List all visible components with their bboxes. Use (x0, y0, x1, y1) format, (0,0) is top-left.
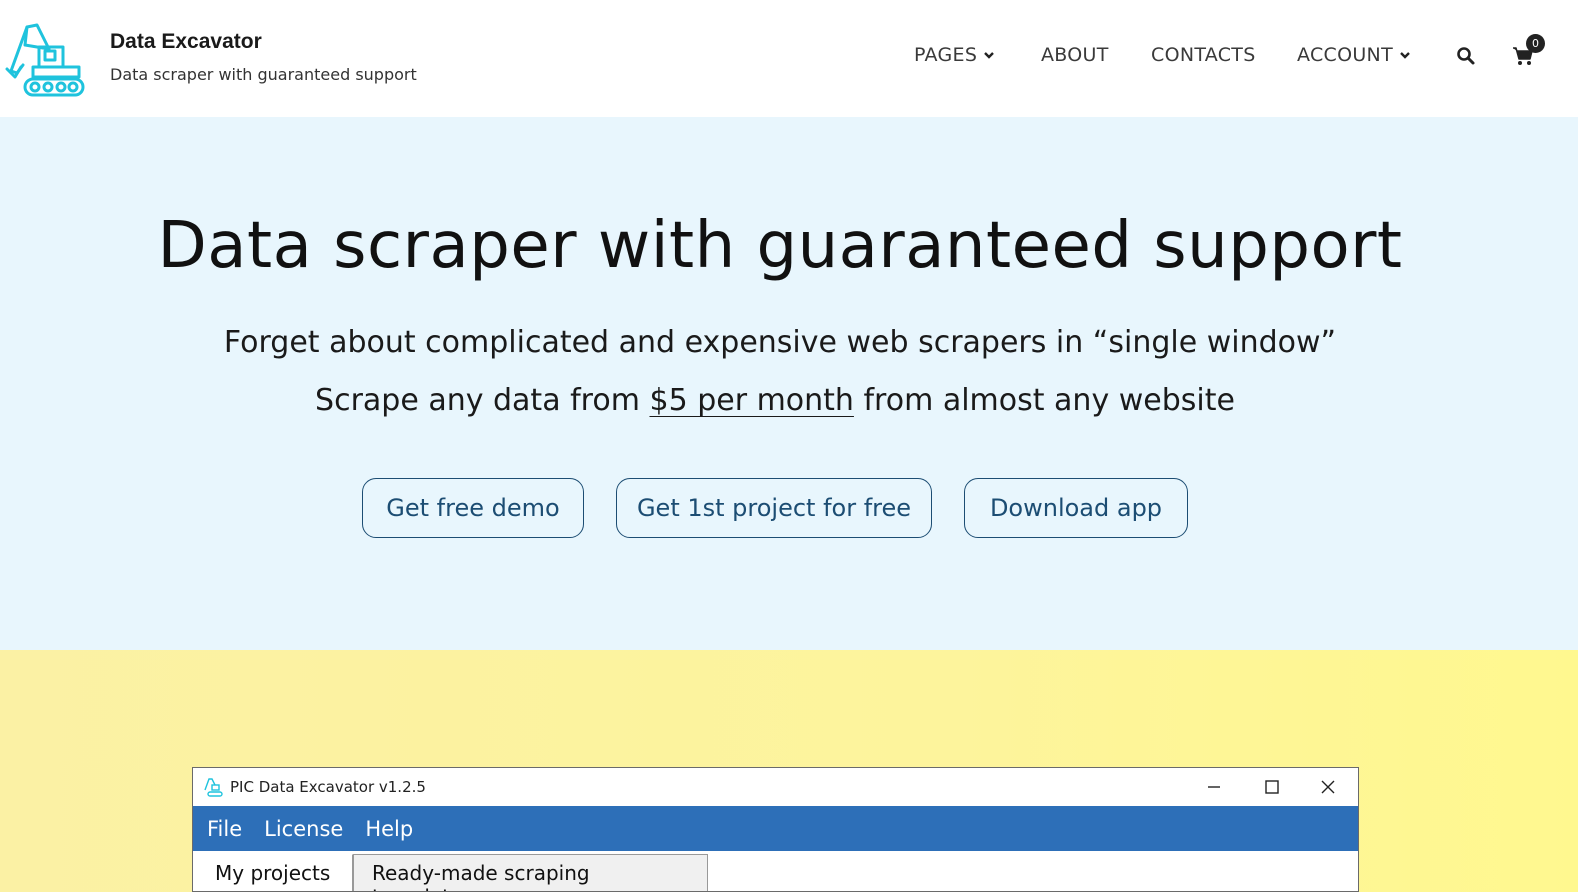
brand-subtitle: Data scraper with guaranteed support (110, 65, 417, 84)
brand-title[interactable]: Data Excavator (110, 30, 262, 54)
nav-about-label: ABOUT (1041, 44, 1109, 66)
nav-pages[interactable]: PAGES (914, 44, 995, 66)
nav-pages-label: PAGES (914, 44, 978, 66)
download-app-button[interactable]: Download app (964, 478, 1188, 538)
nav-contacts[interactable]: CONTACTS (1151, 44, 1256, 66)
close-icon[interactable] (1317, 776, 1339, 798)
app-window-screenshot: PIC Data Excavator v1.2.5 File License H… (192, 767, 1359, 892)
menu-help[interactable]: Help (365, 817, 413, 841)
menu-license[interactable]: License (264, 817, 343, 841)
excavator-logo-icon[interactable] (5, 19, 85, 99)
app-window-title: PIC Data Excavator v1.2.5 (230, 778, 426, 796)
nav-account-label: ACCOUNT (1297, 44, 1393, 66)
hero-title: Data scraper with guaranteed support (157, 209, 1403, 283)
chevron-down-icon (1400, 52, 1410, 59)
get-free-demo-button[interactable]: Get free demo (362, 478, 584, 538)
get-first-project-button[interactable]: Get 1st project for free (616, 478, 932, 538)
hero-section: Data scraper with guaranteed support For… (0, 117, 1578, 650)
cart-count-badge: 0 (1526, 34, 1545, 53)
hero-pricing-line: Scrape any data from $5 per month from a… (0, 383, 1550, 418)
tab-scraping-templates[interactable]: Ready-made scraping templates (353, 854, 708, 891)
nav-contacts-label: CONTACTS (1151, 44, 1256, 66)
site-header: Data Excavator Data scraper with guarant… (0, 0, 1578, 117)
maximize-icon[interactable] (1261, 776, 1283, 798)
tab-my-projects[interactable]: My projects (193, 854, 353, 891)
app-tabbar: My projects Ready-made scraping template… (193, 851, 1358, 891)
pricing-prefix: Scrape any data from (315, 383, 650, 418)
nav-about[interactable]: ABOUT (1041, 44, 1109, 66)
search-icon[interactable] (1456, 46, 1476, 66)
pricing-suffix: from almost any website (853, 383, 1235, 418)
app-menubar: File License Help (193, 806, 1358, 851)
excavator-app-icon (204, 778, 223, 797)
app-titlebar: PIC Data Excavator v1.2.5 (193, 768, 1358, 806)
hero-tagline: Forget about complicated and expensive w… (223, 325, 1337, 360)
minimize-icon[interactable] (1203, 776, 1225, 798)
menu-file[interactable]: File (207, 817, 242, 841)
chevron-down-icon (984, 52, 995, 59)
pricing-link[interactable]: $5 per month (649, 383, 853, 418)
nav-account[interactable]: ACCOUNT (1297, 44, 1411, 66)
